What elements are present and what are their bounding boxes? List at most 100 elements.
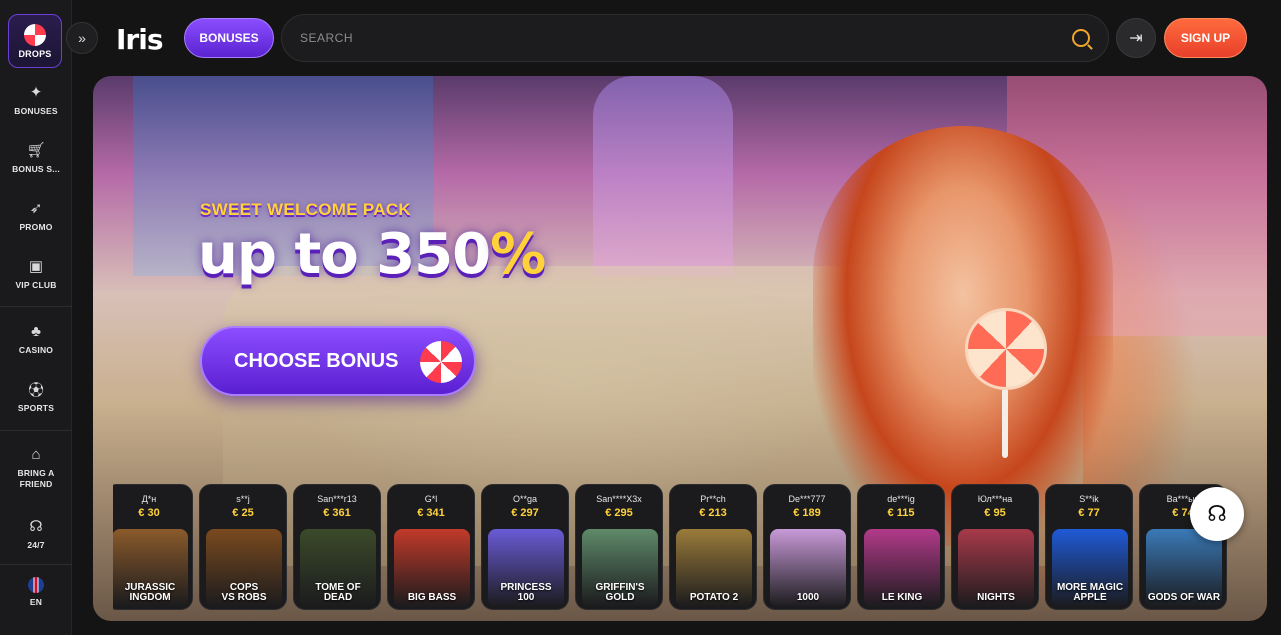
winner-card[interactable]: Д*н € 30 JURASSIC INGDOM	[113, 484, 193, 610]
winner-amount: € 189	[793, 507, 821, 519]
game-thumbnail[interactable]: GODS OF WAR	[1146, 529, 1222, 607]
gift-icon: ✦	[29, 84, 43, 101]
winner-card[interactable]: Юл***на € 95 NIGHTS	[951, 484, 1039, 610]
game-thumbnail[interactable]: GRIFFIN'S GOLD	[582, 529, 658, 607]
sidebar-item-label: VIP CLUB	[15, 280, 57, 290]
game-title: PRINCESS 100	[500, 582, 552, 603]
language-selector[interactable]: EN	[0, 577, 72, 608]
basket-icon: ⌂	[31, 445, 41, 463]
sidebar-item-bonuses[interactable]: ✦ BONUSES	[0, 82, 72, 117]
bonuses-button[interactable]: BONUSES	[184, 18, 274, 58]
drops-label: DROPS	[18, 48, 52, 59]
game-thumbnail[interactable]: 1000	[770, 529, 846, 607]
sidebar-item-support[interactable]: ☊ 24/7	[0, 516, 72, 551]
sidebar-item-label: CASINO	[18, 345, 54, 355]
login-button[interactable]: ⇥	[1116, 18, 1156, 58]
game-title: 1000	[796, 592, 820, 603]
logo[interactable]: Iris	[116, 22, 163, 56]
winner-card[interactable]: de***ig € 115 LE KING	[857, 484, 945, 610]
promo-headline: up to 350%	[198, 222, 546, 287]
game-thumbnail[interactable]: BIG BASS	[394, 529, 470, 607]
winner-card[interactable]: San***r13 € 361 TOME OF DEAD	[293, 484, 381, 610]
game-title: LE KING	[881, 592, 923, 603]
game-thumbnail[interactable]: TOME OF DEAD	[300, 529, 376, 607]
game-title: COPS VS ROBS	[221, 582, 267, 603]
winner-card[interactable]: San****X3x € 295 GRIFFIN'S GOLD	[575, 484, 663, 610]
search-icon[interactable]	[1072, 29, 1090, 47]
game-title: JURASSIC INGDOM	[124, 582, 176, 603]
winner-card[interactable]: Pr**ch € 213 POTATO 2	[669, 484, 757, 610]
recent-winners-strip: Д*н € 30 JURASSIC INGDOM s**j € 25 COPS VS RO…	[113, 484, 1248, 612]
headset-icon: ☊	[29, 518, 43, 535]
winner-amount: € 213	[699, 507, 727, 519]
uk-flag-icon	[28, 577, 44, 593]
sidebar-item-sports[interactable]: ⚽︎ SPORTS	[0, 379, 72, 414]
background-castle	[593, 76, 733, 276]
winner-name: de***ig	[887, 494, 915, 504]
logo-text: Iris	[116, 22, 163, 56]
winner-name: O**ga	[512, 494, 538, 504]
rocket-icon: ➶	[29, 200, 43, 217]
sidebar-item-casino[interactable]: ♣ CASINO	[0, 321, 72, 356]
game-thumbnail[interactable]: LE KING	[864, 529, 940, 607]
sidebar-item-label: SPORTS	[17, 403, 55, 413]
choose-bonus-button[interactable]: CHOOSE BONUS	[200, 326, 476, 396]
signup-button[interactable]: SIGN UP	[1164, 18, 1247, 58]
sidebar-item-label: BONUSES	[14, 106, 58, 116]
sidebar-divider	[0, 564, 72, 565]
winner-name: San****X3x	[596, 494, 642, 504]
sidebar-item-vip-club[interactable]: ▣ VIP CLUB	[0, 256, 72, 291]
sidebar-item-bring-a-friend[interactable]: ⌂ BRING A FRIEND	[0, 444, 72, 490]
promo-tagline: SWEET WELCOME PACK	[200, 200, 411, 219]
winner-amount: € 295	[605, 507, 633, 519]
winner-card[interactable]: De***777 € 189 1000	[763, 484, 851, 610]
game-thumbnail[interactable]: PRINCESS 100	[488, 529, 564, 607]
winner-amount: € 77	[1078, 507, 1100, 519]
cart-icon: 🛒︎	[26, 142, 46, 159]
vip-icon: ▣	[28, 258, 44, 275]
ball-icon: ⚽︎	[28, 381, 44, 399]
winner-card[interactable]: G*l € 341 BIG BASS	[387, 484, 475, 610]
game-title: POTATO 2	[689, 592, 739, 603]
winner-card[interactable]: S**ik € 77 MORE MAGIC APPLE	[1045, 484, 1133, 610]
support-chat-button[interactable]: ☊	[1190, 487, 1244, 541]
sidebar-item-label: EN	[29, 597, 43, 607]
game-thumbnail[interactable]: POTATO 2	[676, 529, 752, 607]
drops-button[interactable]: DROPS	[8, 14, 62, 68]
game-thumbnail[interactable]: MORE MAGIC APPLE	[1052, 529, 1128, 607]
winner-name: S**ik	[1079, 494, 1099, 504]
sidebar-item-bonus-shop[interactable]: 🛒︎ BONUS S...	[0, 140, 72, 175]
promo-headline-text: up to 350	[198, 222, 491, 287]
game-title: GRIFFIN'S GOLD	[595, 582, 645, 603]
choose-bonus-label: CHOOSE BONUS	[234, 349, 399, 372]
game-thumbnail[interactable]: NIGHTS	[958, 529, 1034, 607]
sidebar-item-label: BONUS S...	[12, 164, 60, 174]
headset-icon: ☊	[1207, 501, 1227, 526]
expand-sidebar-button[interactable]: »	[66, 22, 98, 54]
sidebar-item-label: 24/7	[27, 540, 45, 550]
winner-amount: € 95	[984, 507, 1006, 519]
winner-name: Юл***на	[977, 494, 1013, 504]
lollipop-stick	[1002, 388, 1008, 458]
sidebar-item-label: PROMO	[19, 222, 53, 232]
search-bar[interactable]	[281, 14, 1109, 62]
hero-woman-image	[813, 126, 1113, 546]
winner-card[interactable]: O**ga € 297 PRINCESS 100	[481, 484, 569, 610]
sidebar: DROPS ✦ BONUSES 🛒︎ BONUS S... ➶ PROMO ▣ …	[0, 0, 72, 635]
game-thumbnail[interactable]: COPS VS ROBS	[206, 529, 282, 607]
winner-card[interactable]: s**j € 25 COPS VS ROBS	[199, 484, 287, 610]
winner-name: s**j	[236, 494, 250, 504]
lollipop-image	[965, 308, 1047, 390]
search-input[interactable]	[300, 31, 1072, 45]
game-thumbnail[interactable]: JURASSIC INGDOM	[113, 529, 188, 607]
sidebar-item-promo[interactable]: ➶ PROMO	[0, 198, 72, 233]
game-title: NIGHTS	[977, 592, 1015, 603]
winner-amount: € 115	[887, 507, 915, 519]
promo-headline-percent: %	[490, 222, 546, 287]
winner-amount: € 25	[232, 507, 254, 519]
sidebar-divider	[0, 306, 72, 307]
winner-amount: € 30	[138, 507, 160, 519]
game-title: TOME OF DEAD	[315, 582, 361, 603]
winner-name: De***777	[788, 494, 826, 504]
game-title: GODS OF WAR	[1147, 592, 1221, 603]
